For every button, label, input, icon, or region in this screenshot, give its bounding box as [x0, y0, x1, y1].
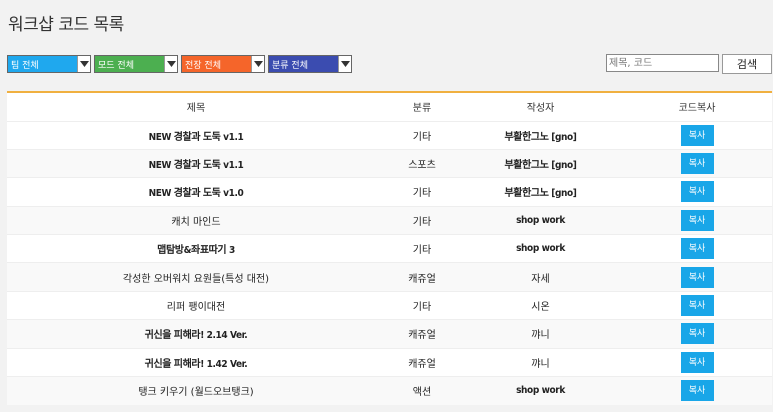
page-title: 워크샵 코드 목록 [8, 15, 124, 35]
row-copy-cell: 복사 [622, 290, 772, 320]
search-input[interactable] [606, 54, 719, 72]
row-author: 꺄니 [459, 319, 622, 349]
row-title: NEW 경찰과 도둑 v1.1 [7, 148, 385, 178]
row-copy-cell: 복사 [622, 177, 772, 207]
table-header-row: 제목 분류 작성자 코드복사 [7, 93, 772, 121]
row-category: 스포츠 [385, 148, 459, 178]
row-category: 기타 [385, 205, 459, 235]
row-author: shop work [459, 234, 622, 263]
row-author: 부활한그노 [gno] [459, 177, 622, 207]
chevron-down-icon [164, 56, 177, 72]
row-title: 귀신을 피해라! 2.14 Ver. [7, 319, 385, 349]
row-title: 리퍼 팽이대전 [7, 290, 385, 320]
row-copy-cell: 복사 [622, 376, 772, 405]
row-author: shop work [459, 205, 622, 235]
column-header-title: 제목 [186, 103, 206, 115]
row-author: 자세 [459, 262, 622, 292]
workshop-code-table: 제목 분류 작성자 코드복사 NEW 경찰과 도둑 v1.1 기타 부활한그노 [g… [7, 91, 772, 405]
table-row: 귀신을 피해라! 1.42 Ver. 캐쥬얼 꺄니 복사 [7, 347, 772, 377]
row-title: 탱크 키우기 (월드오브탱크) [7, 376, 385, 405]
row-category: 기타 [385, 290, 459, 320]
copy-code-button[interactable]: 복사 [680, 153, 714, 175]
category-filter-select[interactable]: 분류 전체 [268, 55, 352, 73]
row-category: 기타 [385, 177, 459, 207]
table-row: NEW 경찰과 도둑 v1.1 기타 부활한그노 [gno] 복사 [7, 120, 772, 150]
row-title: 맵탐방&좌표따기 3 [7, 234, 385, 263]
search-button[interactable]: 검색 [722, 54, 772, 74]
team-filter-label: 팀 전체 [11, 60, 39, 71]
column-header-category: 분류 [412, 103, 432, 115]
row-category: 캐쥬얼 [385, 347, 459, 377]
copy-code-button[interactable]: 복사 [680, 266, 714, 288]
chevron-down-icon [338, 56, 351, 72]
row-category: 기타 [385, 120, 459, 150]
row-copy-cell: 복사 [622, 319, 772, 349]
copy-code-button[interactable]: 복사 [680, 124, 714, 146]
row-category: 기타 [385, 234, 459, 263]
copy-code-button[interactable]: 복사 [680, 238, 714, 260]
column-header-copy: 코드복사 [678, 103, 716, 115]
row-category: 캐쥬얼 [385, 262, 459, 292]
row-copy-cell: 복사 [622, 205, 772, 235]
mode-filter-label: 모드 전체 [98, 60, 134, 71]
table-row: 탱크 키우기 (월드오브탱크) 액션 shop work 복사 [7, 376, 772, 405]
category-filter-label: 분류 전체 [272, 60, 308, 71]
row-author: 시온 [459, 290, 622, 320]
copy-code-button[interactable]: 복사 [680, 209, 714, 231]
row-title: 각성한 오버워치 요원들(특성 대전) [7, 262, 385, 292]
table-row: 캐치 마인드 기타 shop work 복사 [7, 205, 772, 235]
row-author: 부활한그노 [gno] [459, 148, 622, 178]
chevron-down-icon [77, 56, 90, 72]
row-category: 액션 [385, 376, 459, 405]
team-filter-select[interactable]: 팀 전체 [7, 55, 91, 73]
row-author: 꺄니 [459, 347, 622, 377]
table-row: NEW 경찰과 도둑 v1.1 스포츠 부활한그노 [gno] 복사 [7, 148, 772, 178]
table-row: 귀신을 피해라! 2.14 Ver. 캐쥬얼 꺄니 복사 [7, 319, 772, 349]
row-title: NEW 경찰과 도둑 v1.1 [7, 120, 385, 150]
mode-filter-select[interactable]: 모드 전체 [94, 55, 178, 73]
row-title: NEW 경찰과 도둑 v1.0 [7, 177, 385, 207]
column-header-author: 작성자 [526, 103, 555, 115]
copy-code-button[interactable]: 복사 [680, 323, 714, 345]
row-copy-cell: 복사 [622, 234, 772, 263]
row-title: 캐치 마인드 [7, 205, 385, 235]
row-category: 캐쥬얼 [385, 319, 459, 349]
chevron-down-icon [251, 56, 264, 72]
table-row: 맵탐방&좌표따기 3 기타 shop work 복사 [7, 234, 772, 263]
filter-bar: 팀 전체 모드 전체 전장 전체 분류 전체 [7, 55, 352, 73]
row-copy-cell: 복사 [622, 120, 772, 150]
table-row: NEW 경찰과 도둑 v1.0 기타 부활한그노 [gno] 복사 [7, 177, 772, 207]
row-copy-cell: 복사 [622, 262, 772, 292]
row-author: 부활한그노 [gno] [459, 120, 622, 150]
table-row: 리퍼 팽이대전 기타 시온 복사 [7, 290, 772, 320]
row-title: 귀신을 피해라! 1.42 Ver. [7, 347, 385, 377]
row-author: shop work [459, 376, 622, 405]
battlefield-filter-select[interactable]: 전장 전체 [181, 55, 265, 73]
row-copy-cell: 복사 [622, 347, 772, 377]
copy-code-button[interactable]: 복사 [680, 295, 714, 317]
copy-code-button[interactable]: 복사 [680, 351, 714, 373]
battlefield-filter-label: 전장 전체 [185, 60, 221, 71]
copy-code-button[interactable]: 복사 [680, 181, 714, 203]
row-copy-cell: 복사 [622, 148, 772, 178]
copy-code-button[interactable]: 복사 [680, 380, 714, 402]
table-row: 각성한 오버워치 요원들(특성 대전) 캐쥬얼 자세 복사 [7, 262, 772, 292]
